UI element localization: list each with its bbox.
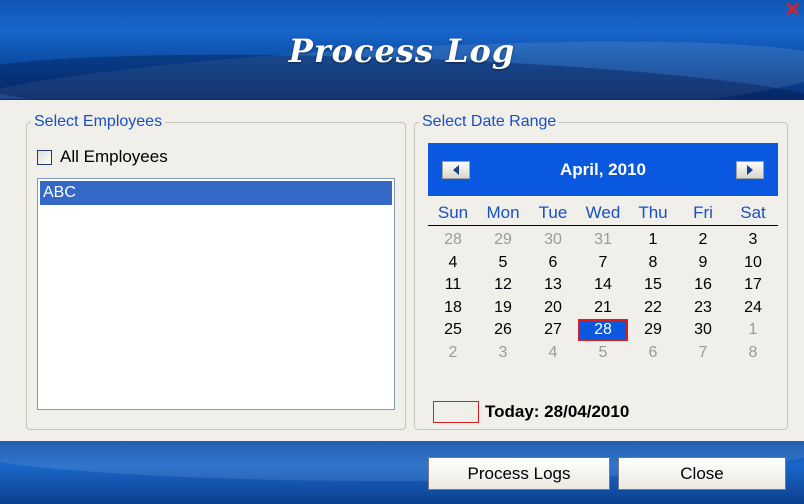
calendar-day[interactable]: 18 <box>428 297 478 319</box>
calendar-day[interactable]: 4 <box>528 342 578 364</box>
calendar-day[interactable]: 8 <box>728 342 778 364</box>
calendar-day[interactable]: 9 <box>678 252 728 274</box>
chevron-right-icon <box>747 165 753 175</box>
calendar-day[interactable]: 7 <box>678 342 728 364</box>
today-link[interactable]: Today: 28/04/2010 <box>433 401 629 423</box>
process-log-window: Process Log ✕ Select Employees All Emplo… <box>0 0 804 504</box>
calendar-day[interactable]: 6 <box>628 342 678 364</box>
calendar-day[interactable]: 11 <box>428 274 478 296</box>
next-month-button[interactable] <box>736 161 764 179</box>
weekday-header: Sun Mon Tue Wed Thu Fri Sat <box>428 203 778 226</box>
calendar-day[interactable]: 17 <box>728 274 778 296</box>
calendar-day[interactable]: 30 <box>528 229 578 251</box>
calendar-day[interactable]: 29 <box>478 229 528 251</box>
calendar-day[interactable]: 10 <box>728 252 778 274</box>
calendar-day[interactable]: 13 <box>528 274 578 296</box>
weekday-sun: Sun <box>437 203 469 222</box>
month-label: April, 2010 <box>560 160 646 179</box>
employee-list-item[interactable]: ABC <box>40 181 392 205</box>
today-marker <box>433 401 479 423</box>
calendar-day[interactable]: 5 <box>478 252 528 274</box>
calendar-day[interactable]: 19 <box>478 297 528 319</box>
checkbox-box[interactable] <box>37 149 52 165</box>
calendar-day[interactable]: 25 <box>428 319 478 341</box>
calendar-day[interactable]: 14 <box>578 274 628 296</box>
title-bar: Process Log ✕ <box>0 0 804 100</box>
calendar-day[interactable]: 5 <box>578 342 628 364</box>
weekday-sat: Sat <box>740 203 766 222</box>
process-logs-button[interactable]: Process Logs <box>428 457 610 490</box>
window-title: Process Log <box>288 32 516 70</box>
weekday-tue: Tue <box>538 203 568 222</box>
calendar-day[interactable]: 4 <box>428 252 478 274</box>
calendar-day[interactable]: 16 <box>678 274 728 296</box>
calendar-day[interactable]: 2 <box>678 229 728 251</box>
calendar-day[interactable]: 7 <box>578 252 628 274</box>
weekday-thu: Thu <box>638 203 668 222</box>
calendar-day[interactable]: 21 <box>578 297 628 319</box>
calendar-day[interactable]: 29 <box>628 319 678 341</box>
selected-day[interactable]: 28 <box>578 319 628 341</box>
today-label: Today: 28/04/2010 <box>485 402 630 421</box>
employee-list[interactable]: ABC <box>37 178 395 410</box>
calendar-day[interactable]: 22 <box>628 297 678 319</box>
close-button[interactable]: Close <box>618 457 786 490</box>
calendar-day[interactable]: 27 <box>528 319 578 341</box>
calendar-header: April, 2010 <box>428 143 778 196</box>
all-employees-label: All Employees <box>60 147 168 166</box>
calendar-day[interactable]: 1 <box>728 319 778 341</box>
select-employees-legend: Select Employees <box>34 113 163 130</box>
calendar-day[interactable]: 26 <box>478 319 528 341</box>
calendar-day[interactable]: 3 <box>728 229 778 251</box>
weekday-wed: Wed <box>585 203 621 222</box>
close-icon[interactable]: ✕ <box>784 0 801 20</box>
calendar-day[interactable]: 3 <box>478 342 528 364</box>
calendar-day[interactable]: 30 <box>678 319 728 341</box>
calendar-day[interactable]: 23 <box>678 297 728 319</box>
weekday-fri: Fri <box>693 203 713 222</box>
calendar-day[interactable]: 6 <box>528 252 578 274</box>
weekday-mon: Mon <box>486 203 520 222</box>
calendar-day[interactable]: 2 <box>428 342 478 364</box>
calendar-day[interactable]: 15 <box>628 274 678 296</box>
calendar-day[interactable]: 20 <box>528 297 578 319</box>
all-employees-checkbox[interactable]: All Employees <box>37 147 168 167</box>
footer-bar: Process Logs Close <box>0 441 804 504</box>
calendar-day[interactable]: 24 <box>728 297 778 319</box>
calendar-day[interactable]: 31 <box>578 229 628 251</box>
select-date-range-legend: Select Date Range <box>422 113 557 130</box>
calendar-day[interactable]: 1 <box>628 229 678 251</box>
calendar: April, 2010 Sun Mon Tue Wed Thu Fri Sat 28 29 30… <box>428 143 778 397</box>
calendar-day[interactable]: 28 <box>428 229 478 251</box>
calendar-day[interactable]: 12 <box>478 274 528 296</box>
calendar-day[interactable]: 8 <box>628 252 678 274</box>
